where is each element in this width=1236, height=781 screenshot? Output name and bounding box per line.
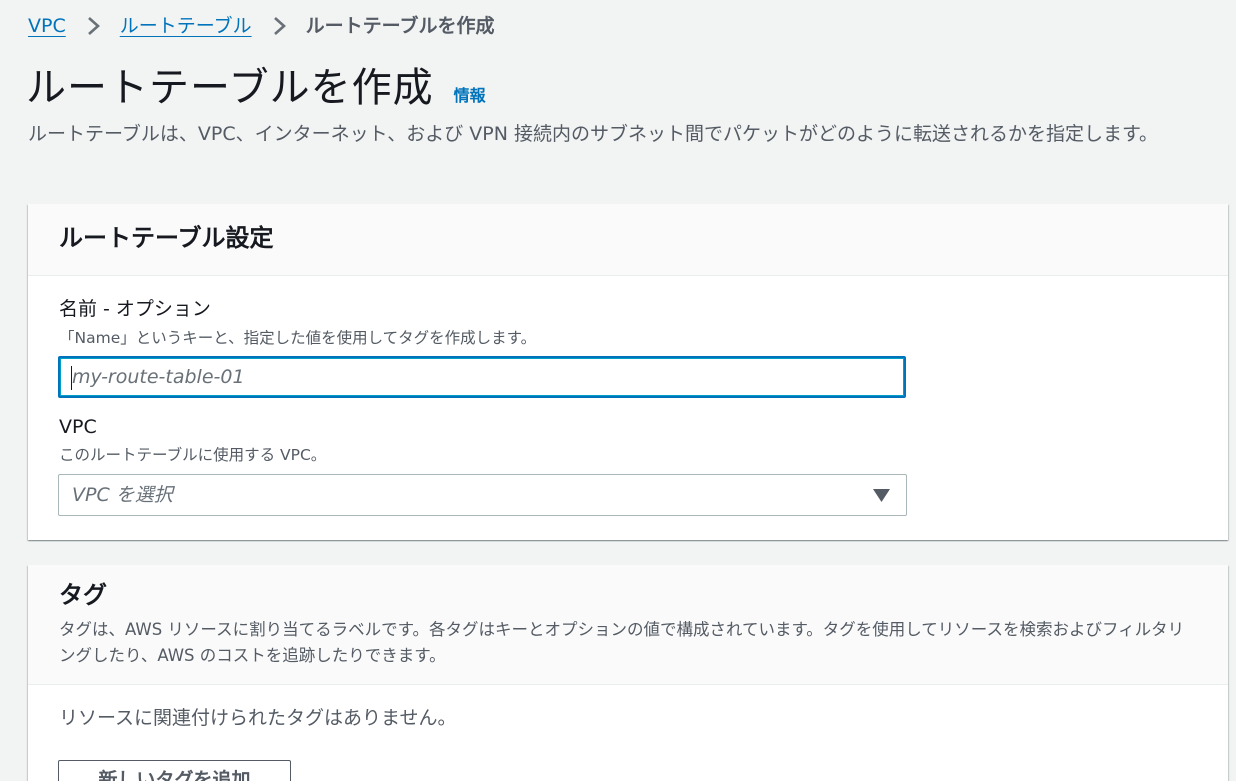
settings-panel-title: ルートテーブル設定 xyxy=(59,224,274,252)
panel-header: ルートテーブル設定 xyxy=(28,204,1228,276)
name-field-description: 「Name」というキーと、指定した値を使用してタグを作成します。 xyxy=(59,329,537,347)
vpc-field-description: このルートテーブルに使用する VPC。 xyxy=(59,446,327,464)
breadcrumb: VPC ルートテーブル ルートテーブルを作成 xyxy=(28,12,494,40)
tags-panel-description: タグは、AWS リソースに割り当てるラベルです。各タグはキーとオプションの値で構… xyxy=(59,620,1185,665)
tags-panel-title: タグ xyxy=(59,581,107,609)
page-header: ルートテーブルを作成 情報 xyxy=(26,60,486,116)
breadcrumb-current: ルートテーブルを作成 xyxy=(305,15,495,37)
panel-header: タグ タグは、AWS リソースに割り当てるラベルです。各タグはキーとオプションの… xyxy=(28,565,1228,685)
chevron-right-icon xyxy=(273,17,286,35)
breadcrumb-link-vpc[interactable]: VPC xyxy=(28,12,66,40)
name-input[interactable] xyxy=(58,356,906,398)
tags-panel: タグ タグは、AWS リソースに割り当てるラベルです。各タグはキーとオプションの… xyxy=(28,565,1228,781)
vpc-select[interactable]: VPC を選択 xyxy=(58,474,907,516)
route-table-settings-panel: ルートテーブル設定 名前 - オプション 「Name」というキーと、指定した値を… xyxy=(28,204,1228,540)
no-tags-message: リソースに関連付けられたタグはありません。 xyxy=(59,707,457,729)
text-cursor xyxy=(71,366,72,390)
page-description: ルートテーブルは、VPC、インターネット、および VPN 接続内のサブネット間で… xyxy=(28,123,1159,145)
caret-down-icon xyxy=(873,489,890,502)
vpc-field-label: VPC xyxy=(59,416,97,438)
chevron-right-icon xyxy=(87,17,100,35)
add-new-tag-button[interactable]: 新しいタグを追加 xyxy=(58,760,291,781)
vpc-select-placeholder: VPC を選択 xyxy=(72,484,173,506)
page-title: ルートテーブルを作成 xyxy=(26,65,434,111)
create-route-table-page: VPC ルートテーブル ルートテーブルを作成 ルートテーブルを作成 情報 ルート… xyxy=(0,0,1236,781)
breadcrumb-link-route-tables[interactable]: ルートテーブル xyxy=(120,12,252,40)
name-field-label: 名前 - オプション xyxy=(59,298,211,320)
info-link[interactable]: 情報 xyxy=(454,82,486,106)
